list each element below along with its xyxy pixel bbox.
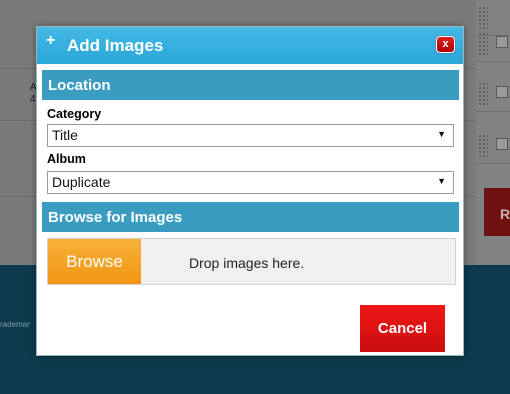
footer-text: rademar bbox=[0, 320, 30, 329]
dropdown-arrow-icon: ▼ bbox=[437, 129, 446, 139]
plus-icon: + bbox=[46, 32, 56, 49]
close-button[interactable]: x bbox=[436, 36, 455, 53]
cancel-button[interactable]: Cancel bbox=[360, 305, 445, 352]
dropdown-arrow-icon: ▼ bbox=[437, 176, 446, 186]
row-checkbox bbox=[496, 36, 508, 48]
category-label: Category bbox=[47, 107, 102, 121]
category-value: Title bbox=[52, 127, 78, 143]
drag-handle-icon bbox=[478, 134, 488, 158]
background-row bbox=[476, 128, 510, 164]
dialog-title: Add Images bbox=[67, 36, 164, 55]
row-checkbox bbox=[496, 138, 508, 150]
category-select[interactable]: Title ▼ bbox=[47, 124, 454, 147]
album-select[interactable]: Duplicate ▼ bbox=[47, 171, 454, 194]
album-value: Duplicate bbox=[52, 174, 111, 190]
drag-handle-icon bbox=[478, 32, 488, 56]
drop-hint: Drop images here. bbox=[189, 255, 305, 271]
album-label: Album bbox=[47, 152, 86, 166]
background-row bbox=[476, 76, 510, 112]
dialog-title-bar: + Add Images x bbox=[37, 27, 463, 64]
drag-handle-icon bbox=[478, 82, 488, 106]
browse-section-header: Browse for Images bbox=[42, 202, 459, 232]
image-drop-zone[interactable]: Browse Drop images here. bbox=[47, 238, 456, 285]
background-row bbox=[476, 26, 510, 62]
background-red-button: R bbox=[484, 188, 510, 236]
location-section-header: Location bbox=[42, 70, 459, 100]
browse-button[interactable]: Browse bbox=[48, 239, 141, 284]
row-checkbox bbox=[496, 86, 508, 98]
add-images-dialog: + Add Images x Location Category Title ▼… bbox=[36, 26, 464, 356]
